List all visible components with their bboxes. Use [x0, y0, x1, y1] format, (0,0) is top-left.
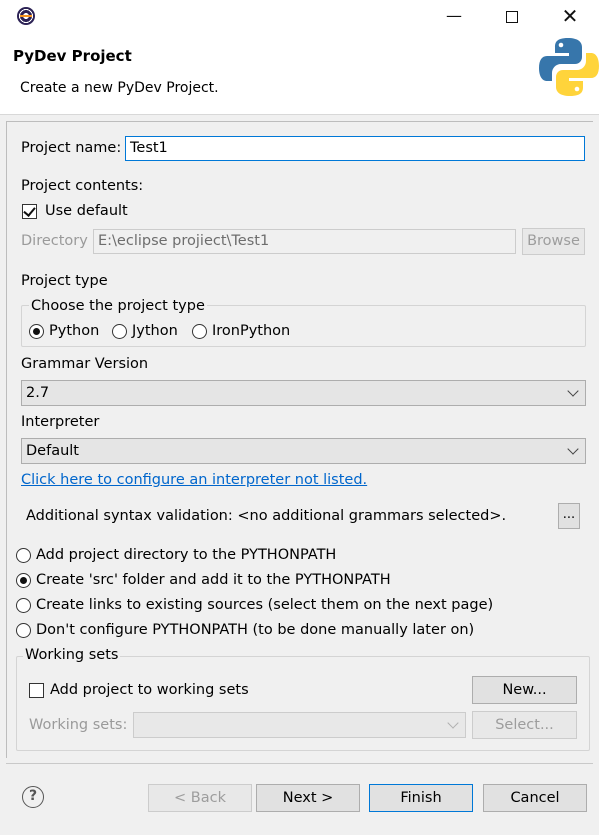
project-type-group-label: Choose the project type	[29, 298, 207, 314]
minimize-icon[interactable]: —	[431, 0, 477, 32]
use-default-label[interactable]: Use default	[45, 203, 128, 219]
python-logo-icon	[539, 38, 599, 96]
back-button: < Back	[148, 784, 252, 812]
syntax-validation-text: Additional syntax validation: <no additi…	[26, 508, 507, 524]
pythonpath-option-links-radio[interactable]	[16, 598, 31, 613]
interpreter-select[interactable]: Default	[21, 438, 586, 464]
next-button[interactable]: Next >	[256, 784, 360, 812]
project-type-label: Project type	[21, 273, 108, 289]
use-default-checkbox[interactable]	[22, 204, 37, 219]
eclipse-icon[interactable]	[17, 7, 35, 25]
grammar-version-label: Grammar Version	[21, 356, 149, 372]
browse-button: Browse	[522, 228, 585, 255]
pythonpath-option-label[interactable]: Don't configure PYTHONPATH (to be done m…	[36, 622, 474, 638]
new-working-set-button[interactable]: New...	[472, 676, 577, 704]
grammar-version-select[interactable]: 2.7	[21, 380, 586, 406]
interpreter-value: Default	[26, 443, 79, 459]
project-name-label: Project name:	[21, 140, 122, 156]
ironpython-radio-label[interactable]: IronPython	[212, 323, 290, 339]
pythonpath-option-add-project-radio[interactable]	[16, 548, 31, 563]
pythonpath-option-label[interactable]: Create links to existing sources (select…	[36, 597, 493, 613]
close-icon[interactable]: ✕	[547, 0, 593, 32]
interpreter-label: Interpreter	[21, 414, 100, 430]
working-sets-label: Working sets:	[29, 717, 128, 733]
cancel-button[interactable]: Cancel	[483, 784, 587, 812]
configure-interpreter-link[interactable]: Click here to configure an interpreter n…	[21, 472, 367, 488]
project-contents-label: Project contents:	[21, 178, 144, 194]
maximize-icon[interactable]	[489, 0, 535, 32]
pythonpath-option-label[interactable]: Create 'src' folder and add it to the PY…	[36, 572, 391, 588]
syntax-validation-button[interactable]: ...	[558, 503, 580, 529]
working-sets-group-label: Working sets	[23, 647, 121, 663]
chevron-down-icon	[567, 443, 579, 455]
grammar-version-value: 2.7	[26, 385, 50, 401]
directory-input: E:\eclipse projiect\Test1	[93, 229, 516, 254]
directory-label: Directory	[21, 233, 88, 249]
jython-radio[interactable]	[112, 324, 127, 339]
chevron-down-icon	[567, 385, 579, 397]
pythonpath-option-src-folder-radio[interactable]	[16, 573, 31, 588]
jython-radio-label[interactable]: Jython	[132, 323, 178, 339]
python-radio-label[interactable]: Python	[49, 323, 99, 339]
working-sets-select	[133, 712, 466, 738]
pythonpath-option-label[interactable]: Add project directory to the PYTHONPATH	[36, 547, 336, 563]
select-working-sets-button: Select...	[472, 711, 577, 739]
finish-button[interactable]: Finish	[369, 784, 473, 812]
page-description: Create a new PyDev Project.	[20, 80, 219, 96]
python-radio[interactable]	[29, 324, 44, 339]
help-icon[interactable]: ?	[22, 786, 44, 808]
add-to-working-sets-checkbox[interactable]	[29, 683, 44, 698]
footer-divider	[6, 763, 593, 764]
add-to-working-sets-label[interactable]: Add project to working sets	[50, 682, 249, 698]
project-name-input[interactable]: Test1	[125, 136, 585, 161]
wizard-header	[0, 32, 599, 115]
pythonpath-option-none-radio[interactable]	[16, 623, 31, 638]
chevron-down-icon	[447, 717, 459, 729]
page-title: PyDev Project	[13, 47, 132, 65]
ironpython-radio[interactable]	[192, 324, 207, 339]
